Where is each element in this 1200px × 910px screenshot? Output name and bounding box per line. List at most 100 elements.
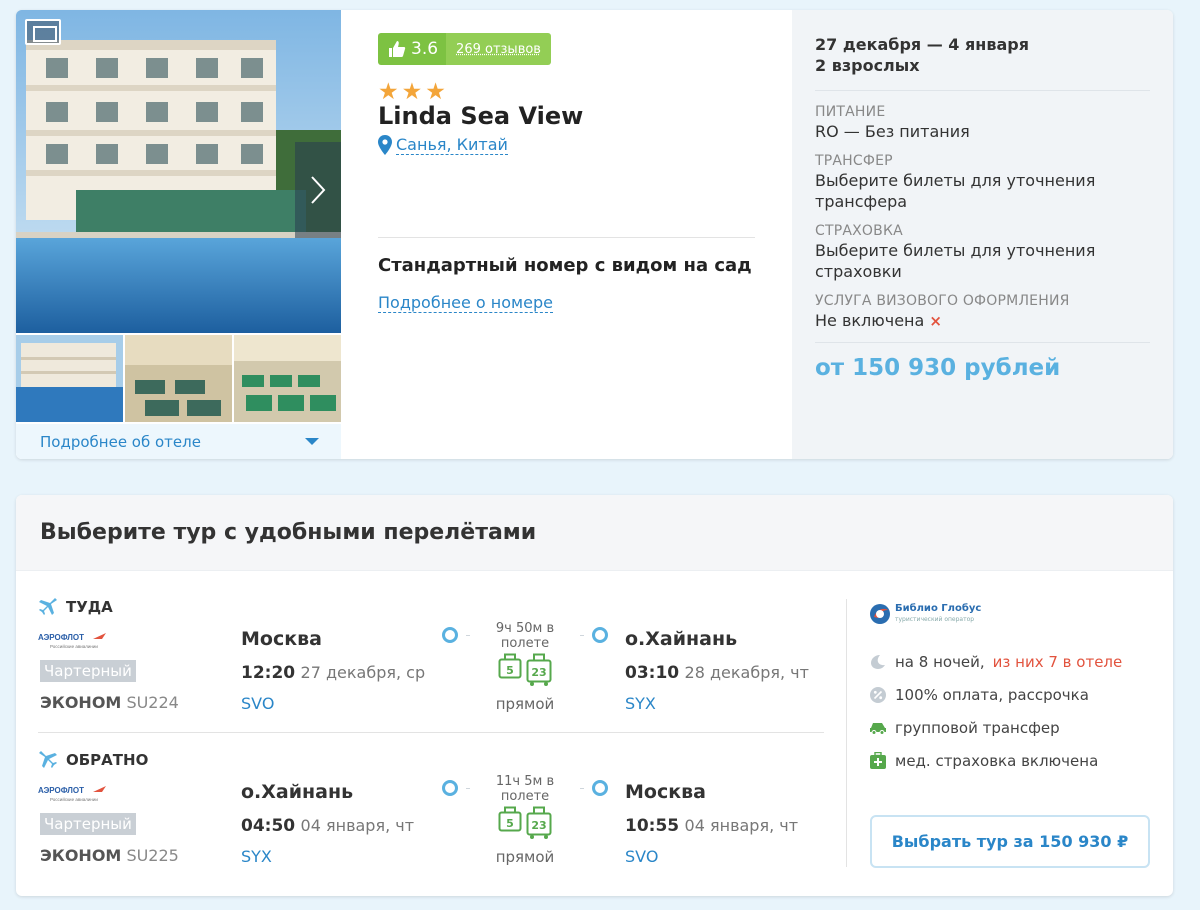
operator-subtitle: туристический оператор — [895, 616, 975, 623]
hotel-info: 3.6 269 отзывов ★ ★ ★ Linda Sea View Сан… — [341, 10, 792, 459]
hotel-location-label: Санья, Китай — [396, 134, 508, 155]
divider — [815, 90, 1150, 91]
insurance-label: СТРАХОВКА — [815, 223, 903, 239]
divider — [38, 732, 824, 733]
meals-label: ПИТАНИЕ — [815, 104, 886, 120]
fare-class: ЭКОНОМ SU224 — [40, 693, 179, 712]
departure-airport-code: SYX — [241, 847, 272, 866]
arrival-city: Москва — [625, 781, 706, 803]
reviews-link[interactable]: 269 отзывов — [446, 33, 551, 65]
visa-value: Не включена — [815, 311, 925, 330]
arrival-airport-code: SYX — [625, 694, 656, 713]
airline-logo: АЭРОФЛОТ Российские авиалинии — [38, 631, 108, 655]
feature-transfer: групповой трансфер — [869, 711, 1159, 744]
hotel-location-link[interactable]: Санья, Китай — [378, 135, 508, 155]
departure-time: 12:20 27 декабря, ср — [241, 663, 426, 683]
hotel-name: Linda Sea View — [378, 102, 584, 130]
visa-label: УСЛУГА ВИЗОВОГО ОФОРМЛЕНИЯ — [815, 293, 1070, 309]
visa-status: Не включена × — [815, 310, 1150, 332]
departure-time: 04:50 04 января, чт — [241, 816, 415, 836]
leg-title: ТУДА — [38, 597, 113, 617]
svg-text:Российские авиалинии: Российские авиалинии — [50, 796, 98, 802]
select-tour-button[interactable]: Выбрать тур за 150 930 ₽ — [870, 815, 1150, 868]
thumbs-up-icon — [389, 41, 406, 57]
star-icon: ★ — [425, 79, 446, 105]
next-photo-button[interactable] — [295, 142, 341, 238]
svg-text:23: 23 — [531, 819, 546, 832]
svg-text:5: 5 — [506, 817, 514, 830]
flight-duration: 11ч 5м в полете — [470, 774, 580, 804]
tour-operator-logo: Библио Глобус туристический оператор — [869, 603, 1159, 625]
flights-title: Выберите тур с удобными перелётами — [40, 520, 537, 545]
destination-dot — [592, 780, 608, 796]
departure-city: Москва — [241, 628, 322, 650]
percent-icon — [870, 686, 886, 703]
flights-header: Выберите тур с удобными перелётами — [16, 495, 1173, 571]
hotel-card: Подробнее об отеле 3.6 269 отзывов ★ ★ ★… — [16, 10, 1173, 459]
baggage-info: 5 23 — [498, 653, 552, 687]
guests: 2 взрослых — [815, 56, 920, 75]
flight-leg-return[interactable]: ОБРАТНО АЭРОФЛОТ Российские авиалинии Ча… — [38, 748, 824, 888]
photo-thumbnail-3[interactable] — [234, 335, 341, 422]
transfer-value: Выберите билеты для уточнения трансфера — [815, 171, 1096, 211]
svg-text:23: 23 — [531, 666, 546, 679]
rating-badge: 3.6 269 отзывов — [378, 33, 551, 65]
destination-dot — [592, 627, 608, 643]
feature-payment: 100% оплата, рассрочка — [869, 678, 1159, 711]
car-icon — [870, 722, 886, 735]
rating-score: 3.6 — [378, 33, 447, 65]
operator-globe-icon — [870, 604, 890, 624]
svg-text:АЭРОФЛОТ: АЭРОФЛОТ — [38, 633, 84, 642]
arrival-time: 10:55 04 января, чт — [625, 816, 799, 836]
svg-text:АЭРОФЛОТ: АЭРОФЛОТ — [38, 786, 84, 795]
price-from: от 150 930 рублей — [815, 355, 1061, 381]
flight-duration: 9ч 50м в полете — [470, 621, 580, 651]
transfer-label: ТРАНСФЕР — [815, 153, 893, 169]
plane-icon — [39, 751, 57, 768]
room-details-link[interactable]: Подробнее о номере — [378, 294, 553, 313]
hotel-main-photo[interactable] — [16, 10, 341, 333]
arrival-time: 03:10 28 декабря, чт — [625, 663, 809, 683]
feature-insurance: мед. страховка включена — [869, 744, 1159, 777]
baggage-info: 5 23 — [498, 806, 552, 840]
star-icon: ★ — [401, 79, 423, 105]
map-pin-icon — [378, 135, 392, 155]
checked-luggage-icon: 23 — [526, 806, 552, 839]
departure-airport-code: SVO — [241, 694, 275, 713]
hotel-details-label: Подробнее об отеле — [40, 432, 201, 451]
travel-dates: 27 декабря — 4 января — [815, 35, 1029, 54]
svg-text:5: 5 — [506, 664, 514, 677]
hotel-gallery: Подробнее об отеле — [16, 10, 341, 459]
operator-name: Библио Глобус — [895, 603, 982, 614]
flight-number: SU224 — [126, 693, 179, 712]
divider — [378, 237, 755, 238]
plane-icon — [39, 598, 57, 615]
fullscreen-icon[interactable] — [25, 19, 61, 45]
charter-badge: Чартерный — [40, 660, 136, 682]
photo-thumbnails — [16, 335, 341, 422]
insurance-value: Выберите билеты для уточнения страховки — [815, 241, 1096, 281]
moon-icon — [871, 654, 885, 669]
first-aid-icon — [870, 752, 886, 769]
hand-luggage-icon: 5 — [498, 806, 522, 832]
room-name: Стандартный номер с видом на сад — [378, 255, 752, 276]
direct-flight-label: прямой — [495, 848, 555, 866]
tour-info: Библио Глобус туристический оператор на … — [869, 603, 1159, 777]
chevron-right-icon — [311, 176, 326, 204]
flight-leg-outbound[interactable]: ТУДА АЭРОФЛОТ Российские авиалинии Чарте… — [38, 595, 824, 735]
origin-dot — [442, 627, 458, 643]
route-line: 11ч 5м в полете 5 23 прямой — [440, 774, 610, 874]
booking-summary: 27 декабря — 4 января 2 взрослых ПИТАНИЕ… — [792, 10, 1173, 459]
star-icon: ★ — [378, 79, 399, 105]
fare-class: ЭКОНОМ SU225 — [40, 846, 179, 865]
flight-number: SU225 — [126, 846, 179, 865]
not-included-icon: × — [929, 312, 942, 330]
origin-dot — [442, 780, 458, 796]
photo-thumbnail-1[interactable] — [16, 335, 123, 422]
column-divider — [846, 599, 847, 867]
arrival-airport-code: SVO — [625, 847, 659, 866]
hotel-details-toggle[interactable]: Подробнее об отеле — [16, 424, 341, 459]
flights-card: Выберите тур с удобными перелётами ТУДА … — [16, 495, 1173, 896]
photo-thumbnail-2[interactable] — [125, 335, 232, 422]
divider — [815, 342, 1150, 343]
